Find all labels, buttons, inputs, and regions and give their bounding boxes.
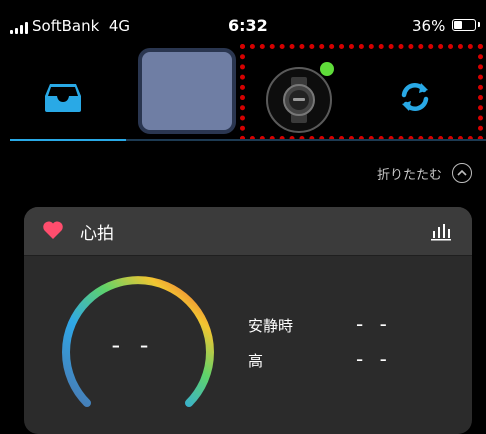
carrier-label: SoftBank 4G (32, 17, 130, 35)
tab-inbox[interactable] (40, 74, 86, 120)
active-tab-indicator (10, 139, 126, 141)
heart-rate-value: - - (111, 331, 155, 359)
resting-label: 安静時 (248, 317, 294, 335)
clock: 6:32 (228, 16, 268, 35)
sync-icon (401, 82, 429, 112)
battery-percentage: 36% (412, 17, 446, 35)
tab-underline (10, 139, 486, 141)
high-label: 高 (248, 352, 264, 370)
card-header: 心拍 (24, 207, 472, 256)
heart-icon (43, 221, 63, 239)
collapse-toggle[interactable]: 折りたたむ (377, 163, 472, 183)
status-bar: SoftBank 4G 6:32 36% (0, 0, 486, 44)
tab-watch[interactable] (263, 60, 337, 134)
connected-status-dot (320, 62, 334, 76)
inbox-tray-icon (45, 84, 81, 112)
tab-placeholder-tile[interactable] (138, 48, 236, 134)
battery-icon (452, 19, 480, 31)
collapse-label: 折りたたむ (376, 167, 442, 183)
bar-chart-icon[interactable] (430, 221, 452, 241)
signal-strength-icon (10, 22, 28, 34)
card-title: 心拍 (80, 224, 114, 244)
heart-rate-card[interactable]: 心拍 - - 安静時 - - 高 - - (24, 207, 472, 434)
resting-value: - - (356, 312, 392, 336)
chevron-up-icon[interactable] (452, 163, 472, 183)
smartwatch-icon (266, 62, 334, 133)
high-value: - - (356, 347, 392, 371)
sync-button[interactable] (392, 74, 438, 120)
device-tab-bar (0, 44, 486, 144)
